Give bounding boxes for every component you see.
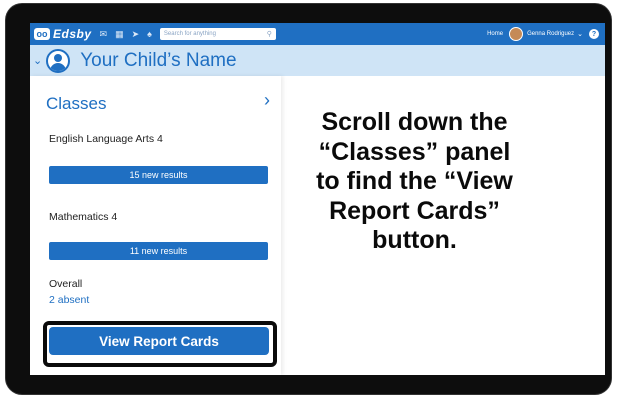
send-icon[interactable]: ➤ xyxy=(132,29,140,40)
search-icon: ⚲ xyxy=(266,31,272,38)
child-header: ⌄ Your Child’s Name xyxy=(30,45,605,76)
bell-icon[interactable]: ♠ xyxy=(147,29,152,39)
mail-icon[interactable]: ✉ xyxy=(100,29,108,40)
user-menu: Home Genna Rodriguez ⌄ ? xyxy=(487,23,599,45)
app-logo[interactable]: oo Edsby xyxy=(34,27,92,41)
chevron-down-icon[interactable]: ⌄ xyxy=(577,30,583,38)
search-input[interactable]: Search for anything ⚲ xyxy=(159,28,276,40)
chevron-down-icon[interactable]: ⌄ xyxy=(33,54,42,67)
user-name[interactable]: Genna Rodriguez xyxy=(527,31,574,37)
help-icon[interactable]: ? xyxy=(589,29,599,39)
view-report-cards-button[interactable]: View Report Cards xyxy=(49,327,269,355)
class-name[interactable]: Mathematics 4 xyxy=(49,211,117,223)
calendar-icon[interactable]: ▦ xyxy=(115,29,124,40)
instruction-text: Scroll down the “Classes” panel to find … xyxy=(316,108,513,254)
logo-text: Edsby xyxy=(53,27,92,41)
user-avatar[interactable] xyxy=(509,27,524,41)
class-name[interactable]: English Language Arts 4 xyxy=(49,133,163,145)
new-results-button[interactable]: 11 new results xyxy=(49,242,268,260)
search-placeholder: Search for anything xyxy=(163,31,216,37)
logo-mark-icon: oo xyxy=(34,28,50,40)
classes-panel: Classes › English Language Arts 4 15 new… xyxy=(30,76,281,375)
home-link[interactable]: Home xyxy=(487,31,503,37)
top-navigation-bar: oo Edsby ✉ ▦ ➤ ♠ Search for anything ⚲ H… xyxy=(30,23,605,45)
overall-label: Overall xyxy=(49,278,83,290)
child-avatar-icon[interactable] xyxy=(46,48,71,73)
panel-title[interactable]: Classes xyxy=(46,94,106,114)
new-results-button[interactable]: 15 new results xyxy=(49,166,268,184)
absence-count-link[interactable]: 2 absent xyxy=(49,294,89,306)
child-name: Your Child’s Name xyxy=(80,49,237,71)
